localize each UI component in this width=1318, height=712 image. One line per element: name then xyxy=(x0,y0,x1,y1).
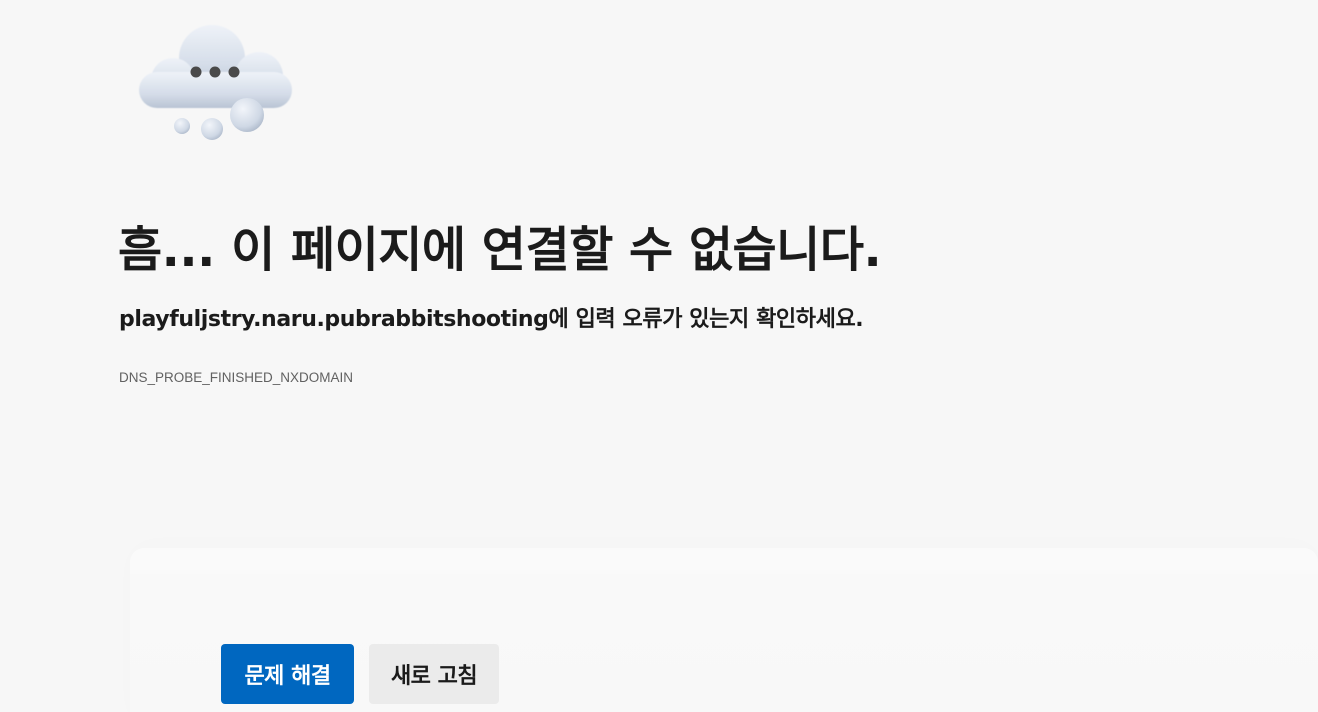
error-headline: 흠... 이 페이지에 연결할 수 없습니다. xyxy=(118,222,882,278)
refresh-button[interactable]: 새로 고침 xyxy=(369,644,499,704)
error-page: 흠... 이 페이지에 연결할 수 없습니다. playfuljstry.nar… xyxy=(0,0,1318,712)
error-code: DNS_PROBE_FINISHED_NXDOMAIN xyxy=(119,370,354,385)
error-detail: playfuljstry.naru.pubrabbitshooting에 입력 … xyxy=(119,307,864,332)
troubleshoot-button[interactable]: 문제 해결 xyxy=(221,644,354,704)
thinking-cloud-icon xyxy=(139,25,292,140)
